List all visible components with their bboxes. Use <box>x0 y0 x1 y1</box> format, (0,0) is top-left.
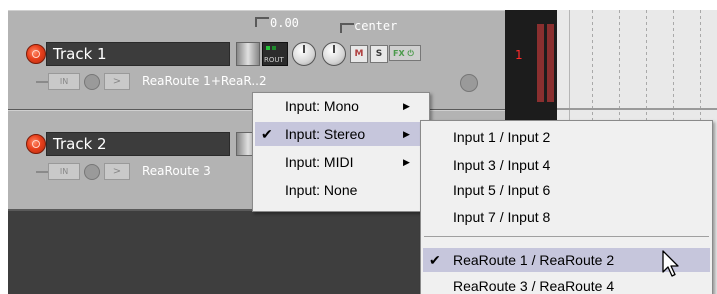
volume-readout: 0.00 <box>270 16 299 30</box>
reaper-window: 0.00 center Track 1 ROUT M S FX ⏻ IN > R… <box>0 0 717 294</box>
solo-button[interactable]: S <box>370 45 388 63</box>
check-icon: ✔ <box>429 252 441 268</box>
record-arm-button[interactable] <box>26 134 46 154</box>
fx-button[interactable]: FX ⏻ <box>389 45 421 61</box>
monitor-arrow-button[interactable]: > <box>104 73 130 90</box>
track-name-field[interactable]: Track 2 <box>46 132 230 156</box>
input-monitor-circle-icon[interactable] <box>84 164 100 180</box>
track-name: Track 2 <box>53 135 107 153</box>
submenu-item-label: Input 5 / Input 6 <box>453 182 551 198</box>
menu-item-input-mono[interactable]: Input: Mono ▶ <box>255 94 427 118</box>
volume-knob[interactable] <box>292 42 316 66</box>
submenu-item[interactable]: Input 7 / Input 8 <box>423 205 710 229</box>
menu-item-label: Input: None <box>285 182 358 198</box>
submenu-arrow-icon: ▶ <box>403 157 410 167</box>
monitor-arrow-button[interactable]: > <box>104 163 130 180</box>
track-separator <box>557 108 717 110</box>
submenu-item-label: Input 3 / Input 4 <box>453 157 551 173</box>
pan-knob[interactable] <box>322 42 346 66</box>
menu-item-label: Input: Stereo <box>285 126 366 142</box>
menu-item-input-none[interactable]: Input: None <box>255 178 427 202</box>
track-name-field[interactable]: Track 1 <box>46 42 230 66</box>
menu-item-label: Input: Mono <box>285 98 359 114</box>
mute-button[interactable]: M <box>350 45 368 63</box>
menu-item-input-stereo[interactable]: ✔ Input: Stereo ▶ <box>255 122 427 146</box>
route-button[interactable]: ROUT <box>262 42 288 66</box>
route-label: ROUT <box>264 56 284 64</box>
volume-fader-icon[interactable] <box>236 42 260 66</box>
submenu-item-label: Input 1 / Input 2 <box>453 129 551 145</box>
input-menu: Input: Mono ▶ ✔ Input: Stereo ▶ Input: M… <box>252 92 430 212</box>
input-wire <box>36 81 48 83</box>
level-meter-left <box>537 24 544 102</box>
menu-separator <box>424 236 709 237</box>
route-led-icon <box>266 46 270 50</box>
mouse-cursor-icon <box>662 250 679 277</box>
route-led-icon <box>272 46 276 50</box>
track-input-label[interactable]: ReaRoute 3 <box>142 164 211 178</box>
record-arm-button[interactable] <box>26 44 46 64</box>
submenu-item[interactable]: Input 5 / Input 6 <box>423 178 710 202</box>
fx-label: FX <box>393 49 405 58</box>
submenu-item[interactable]: Input 3 / Input 4 <box>423 153 710 177</box>
input-monitor-button[interactable]: IN <box>48 73 80 90</box>
volume-readout-indicator <box>255 17 269 27</box>
submenu-arrow-icon: ▶ <box>403 101 410 111</box>
fx-power-icon: ⏻ <box>407 49 414 58</box>
input-monitor-circle-icon[interactable] <box>84 74 100 90</box>
level-meter-right <box>547 24 554 102</box>
track-number: 1 <box>515 48 523 62</box>
menu-item-input-midi[interactable]: Input: MIDI ▶ <box>255 150 427 174</box>
menu-item-label: Input: MIDI <box>285 154 354 170</box>
input-wire <box>36 171 48 173</box>
submenu-item-label: ReaRoute 1 / ReaRoute 2 <box>453 252 615 268</box>
submenu-item-label: Input 7 / Input 8 <box>453 209 551 225</box>
submenu-item-label: ReaRoute 3 / ReaRoute 4 <box>453 278 615 294</box>
submenu-item[interactable]: Input 1 / Input 2 <box>423 125 710 149</box>
track-name: Track 1 <box>53 45 107 63</box>
pan-readout-indicator <box>340 23 354 33</box>
check-icon: ✔ <box>261 126 273 142</box>
envelope-icon[interactable] <box>460 74 478 92</box>
submenu-arrow-icon: ▶ <box>403 129 410 139</box>
input-monitor-button[interactable]: IN <box>48 163 80 180</box>
pan-readout: center <box>354 19 398 33</box>
track-input-label[interactable]: ReaRoute 1+ReaR..2 <box>142 74 267 88</box>
